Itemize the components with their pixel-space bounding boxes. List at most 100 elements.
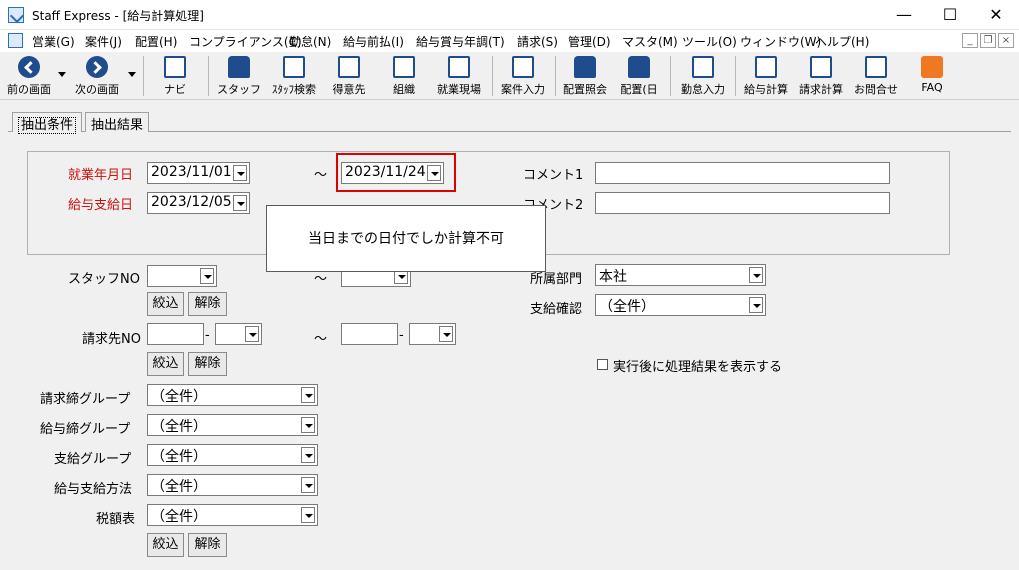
menu-compliance[interactable]: コンプライアンス(C) [189,33,302,50]
chevron-down-icon[interactable] [233,195,247,211]
clear-client-button[interactable]: 解除 [188,352,227,376]
tab-divider [8,131,1011,132]
pay-group-select[interactable]: （全件） [147,414,318,436]
minimize-button[interactable]: — [881,0,927,30]
attendance-entry-button[interactable]: 勤怠入力 [676,52,730,100]
forward-dropdown-icon[interactable] [128,72,136,77]
pay-method-value: （全件） [151,479,207,495]
chevron-down-icon[interactable] [749,297,763,313]
chevron-down-icon[interactable] [439,326,453,342]
tab-conditions[interactable]: 抽出条件 [12,112,83,134]
dept-select[interactable]: 本社 [595,264,766,286]
case-entry-button[interactable]: 案件入力 [496,52,550,100]
show-result-checkbox[interactable] [597,359,608,370]
menu-tools[interactable]: ツール(O) [682,33,737,50]
staff-no-from-select[interactable] [147,265,217,287]
pay-group-label: 給与締グループ [40,422,131,437]
placement-inquiry-button[interactable]: 配置照会 [558,52,612,100]
menu-window[interactable]: ウィンドウ(W) [740,33,821,50]
payment-group-select[interactable]: （全件） [147,444,318,466]
chevron-down-icon[interactable] [301,507,315,523]
tax-table-value: （全件） [151,509,207,525]
tab-results[interactable]: 抽出結果 [85,112,150,133]
close-button[interactable]: ✕ [973,0,1019,30]
toolbar: 前の画面 次の画面 ナビ スタッフ ｽﾀｯﾌ検索 得意先 組織 就業現場 案件入… [0,52,1019,100]
organization-button[interactable]: 組織 [381,52,427,100]
menu-advance-pay[interactable]: 給与前払(I) [343,33,404,50]
menu-billing[interactable]: 請求(S) [517,33,558,50]
client-building-icon [338,56,360,78]
chevron-down-icon[interactable] [427,165,441,181]
comment1-field[interactable] [595,162,890,184]
staff-search-button[interactable]: ｽﾀｯﾌ検索 [266,52,322,100]
billing-group-select[interactable]: （全件） [147,384,318,406]
mdi-close-button[interactable]: × [998,33,1014,48]
staff-search-icon [283,56,305,78]
dept-value: 本社 [599,269,627,285]
work-date-from-picker[interactable]: 2023/11/01 [147,162,250,184]
faq-button[interactable]: FAQ [910,52,954,100]
work-date-to-picker[interactable]: 2023/11/24 [341,162,444,184]
forward-arrow-icon [86,56,108,78]
client-no-dash-2: - [399,328,404,343]
back-dropdown-icon[interactable] [58,72,66,77]
mdi-minimize-button[interactable]: _ [962,33,978,48]
tax-table-label: 税額表 [96,512,136,527]
staff-button[interactable]: スタッフ [216,52,262,100]
client-no-to-sub-select[interactable] [409,323,456,345]
payroll-calc-button[interactable]: 給与計算 [740,52,792,100]
inquiry-button[interactable]: お問合せ [851,52,901,100]
client-no-tilde: ～ [314,332,328,347]
client-no-from-field[interactable] [147,323,204,345]
chevron-down-icon[interactable] [200,268,214,284]
chevron-down-icon[interactable] [301,447,315,463]
chevron-down-icon[interactable] [245,326,259,342]
clear-group-button[interactable]: 解除 [188,533,227,557]
chevron-down-icon[interactable] [301,387,315,403]
document-icon[interactable] [8,33,23,48]
narrow-staff-button[interactable]: 絞込 [147,292,184,316]
pay-date-picker[interactable]: 2023/12/05 [147,192,250,214]
menu-placement[interactable]: 配置(H) [135,33,177,50]
menu-payroll-bonus[interactable]: 給与賞与年調(T) [416,33,505,50]
pay-date-value: 2023/12/05 [151,194,232,210]
menu-management[interactable]: 管理(D) [568,33,611,50]
narrow-group-button[interactable]: 絞込 [147,533,184,557]
billing-calc-button[interactable]: 請求計算 [794,52,848,100]
staff-icon [228,56,250,78]
chevron-down-icon[interactable] [301,477,315,493]
forward-button[interactable]: 次の画面 [70,52,124,100]
menu-attendance[interactable]: 勤怠(N) [289,33,331,50]
pay-method-select[interactable]: （全件） [147,474,318,496]
clear-staff-button[interactable]: 解除 [188,292,227,316]
menu-bar: 営業(G) 案件(J) 配置(H) コンプライアンス(C) 勤怠(N) 給与前払… [0,30,1019,52]
client-no-from-sub-select[interactable] [215,323,262,345]
worksite-button[interactable]: 就業現場 [432,52,486,100]
placement-daily-button[interactable]: 配置(日 [614,52,664,100]
comment1-label: コメント1 [523,168,584,183]
pay-confirm-select[interactable]: （全件） [595,294,766,316]
keyboard-icon [164,56,186,78]
menu-sales[interactable]: 営業(G) [32,33,75,50]
maximize-button[interactable]: ☐ [927,0,973,30]
menu-master[interactable]: マスタ(M) [622,33,678,50]
client-button[interactable]: 得意先 [326,52,372,100]
menu-help[interactable]: ヘルプ(H) [815,33,869,50]
chevron-down-icon[interactable] [301,417,315,433]
mdi-restore-button[interactable]: ❐ [980,33,996,48]
pay-date-label: 給与支給日 [68,198,134,213]
payroll-calc-icon [755,56,777,78]
comment2-field[interactable] [595,192,890,214]
narrow-client-button[interactable]: 絞込 [147,352,184,376]
menu-cases[interactable]: 案件(J) [85,33,122,50]
pay-confirm-value: （全件） [599,299,655,315]
attendance-entry-icon [692,56,714,78]
inquiry-icon [865,56,887,78]
navi-button[interactable]: ナビ [152,52,198,100]
back-button[interactable]: 前の画面 [2,52,56,100]
chevron-down-icon[interactable] [233,165,247,181]
tax-table-select[interactable]: （全件） [147,504,318,526]
chevron-down-icon[interactable] [749,267,763,283]
billing-calc-icon [810,56,832,78]
client-no-to-field[interactable] [341,323,398,345]
